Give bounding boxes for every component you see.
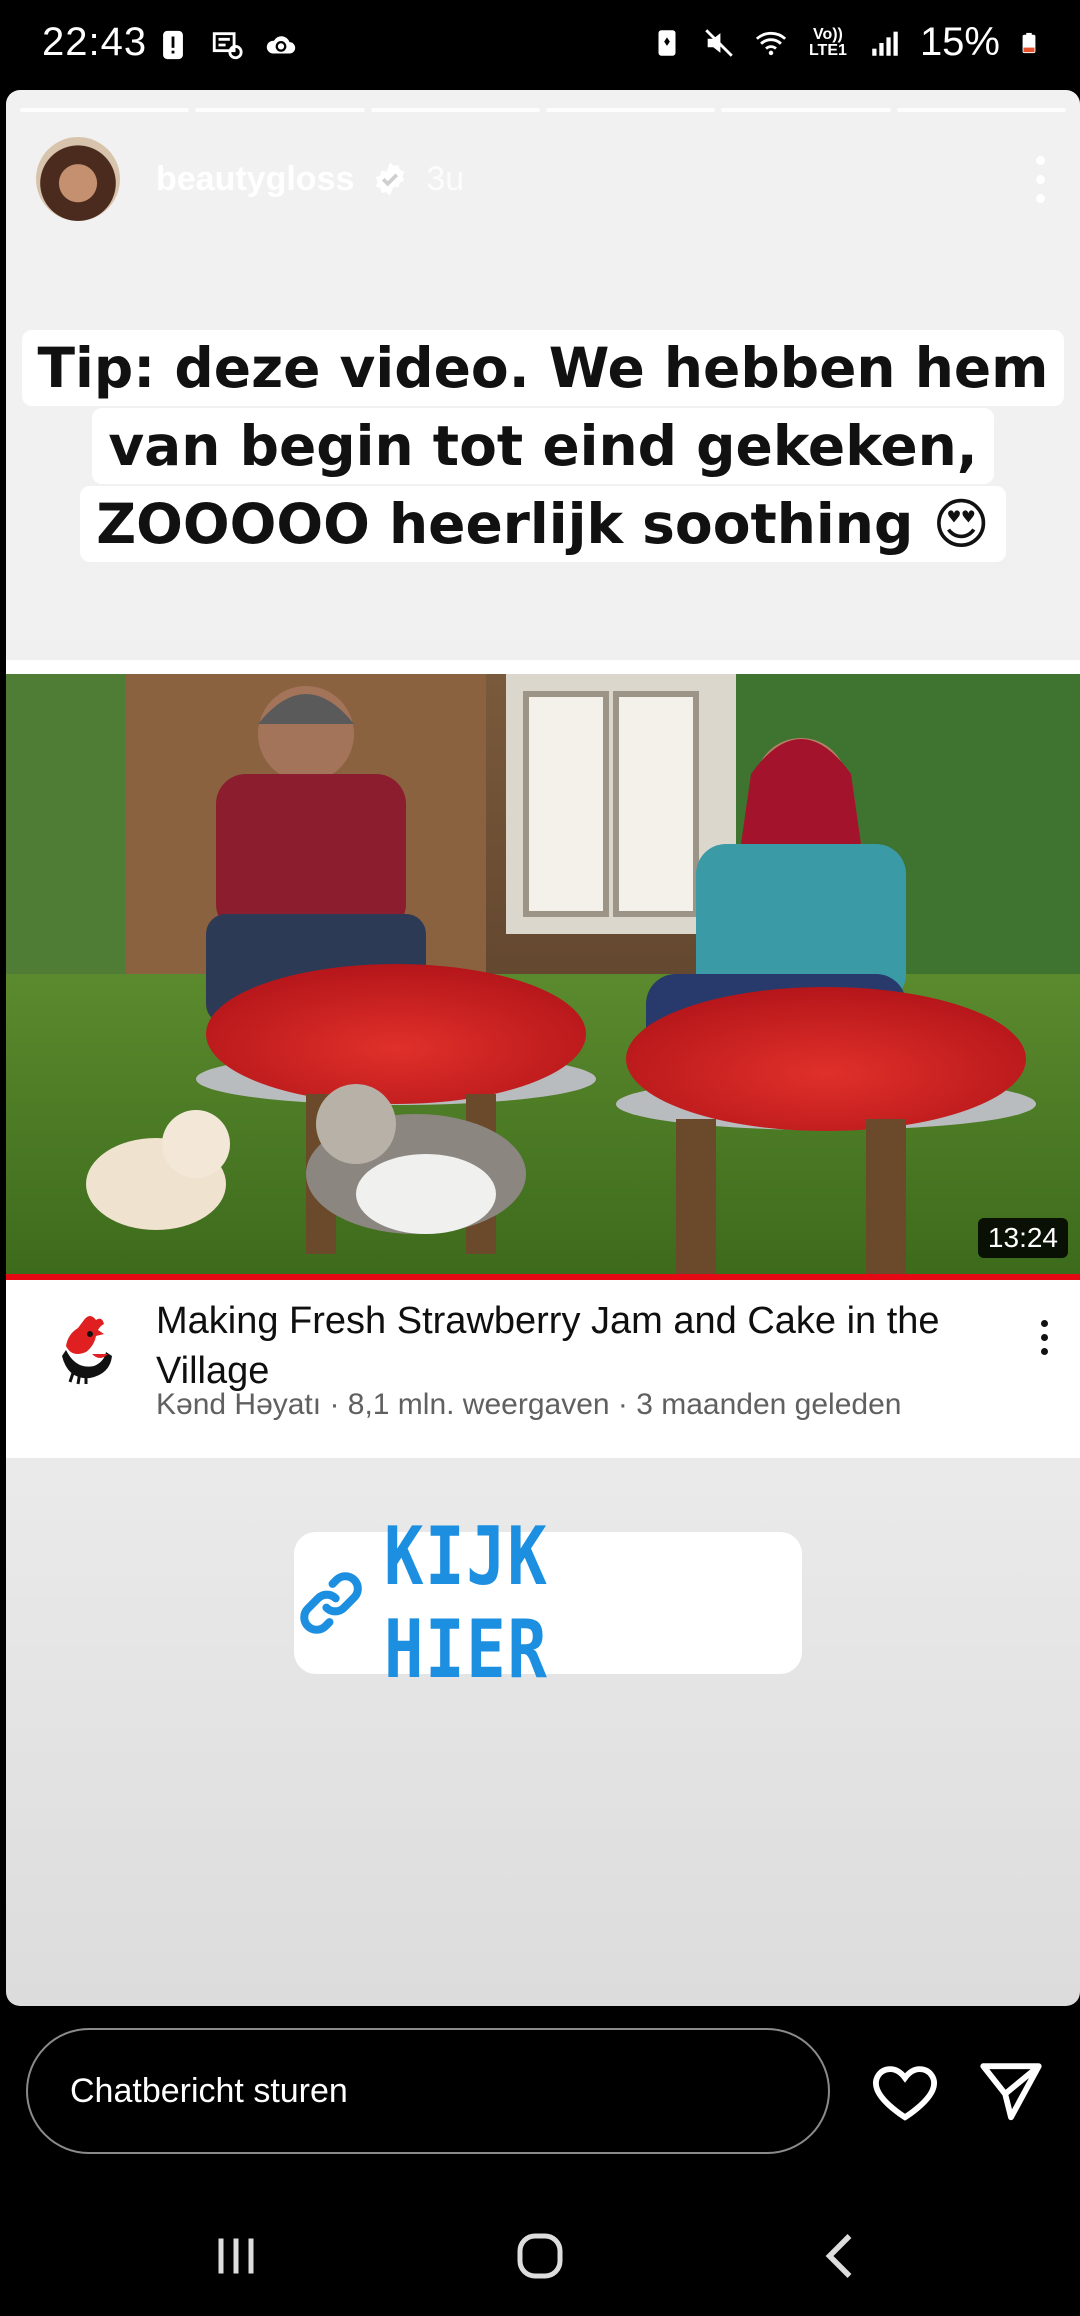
heart-icon[interactable] [870, 2056, 940, 2126]
back-icon[interactable] [812, 2226, 872, 2286]
signal-icon [872, 31, 898, 56]
cloud-sync-icon [266, 36, 296, 54]
watch-progress-bar [6, 1274, 1080, 1280]
wifi-icon [755, 31, 787, 55]
chat-message-input[interactable]: Chatbericht sturen [26, 2028, 830, 2154]
video-options-icon[interactable] [1038, 1320, 1050, 1355]
story-time: 3u [426, 159, 465, 198]
progress-segment [20, 108, 190, 112]
progress-segment [195, 108, 365, 112]
rooster-logo-icon[interactable] [46, 1310, 126, 1390]
video-duration: 13:24 [977, 1218, 1068, 1258]
story-header: beautygloss 3u [36, 134, 1050, 224]
navigation-bar [0, 2196, 1080, 2316]
thumbnail-image [6, 674, 1080, 1274]
progress-segment [545, 108, 716, 112]
verified-badge-icon [376, 162, 405, 196]
progress-segment [896, 108, 1066, 112]
mute-icon [705, 28, 733, 57]
link-sticker-label: KIJK HIER [384, 1510, 549, 1696]
status-time: 22:43 [42, 20, 148, 64]
avatar[interactable] [36, 137, 120, 221]
story-progress-bar [20, 108, 1066, 112]
battery-icon [1022, 32, 1036, 53]
recent-apps-icon[interactable] [206, 2226, 266, 2286]
battery-saver-icon [658, 29, 676, 56]
reply-bar: Chatbericht sturen [0, 2028, 1080, 2158]
link-icon [300, 1572, 362, 1634]
home-icon[interactable] [510, 2226, 570, 2286]
video-thumbnail[interactable]: 13:24 [6, 674, 1080, 1274]
username[interactable]: beautygloss [156, 160, 354, 199]
story-card[interactable]: beautygloss 3u Tip: deze video. We hebbe… [6, 90, 1080, 2006]
alert-icon [163, 30, 183, 60]
sim-data-icon [212, 32, 243, 60]
status-bar: 22:43 Vo)) LTE1 15% [0, 0, 1080, 88]
status-left-icons [156, 28, 298, 62]
caption: Tip: deze video. We hebben hem van begin… [6, 330, 1080, 564]
battery-percent: 15% [919, 20, 1000, 64]
caption-line: van begin tot eind gekeken, [92, 408, 994, 484]
network-label: Vo)) LTE1 [808, 25, 847, 59]
progress-segment [721, 108, 891, 112]
progress-segment [370, 108, 540, 112]
more-options-icon[interactable] [1030, 155, 1050, 203]
link-sticker[interactable]: KIJK HIER [294, 1510, 802, 1696]
video-title[interactable]: Making Fresh Strawberry Jam and Cake in … [156, 1296, 986, 1396]
caption-line: ZOOOOO heerlijk soothing 😍 [80, 486, 1006, 562]
caption-line: Tip: deze video. We hebben hem [21, 330, 1065, 406]
send-icon[interactable] [976, 2056, 1046, 2126]
youtube-video-card[interactable]: 13:24 Making Fresh Strawberry Jam and Ca… [6, 660, 1080, 1458]
status-right-icons: Vo)) LTE1 15% [650, 20, 1040, 65]
video-meta: Kənd Həyatı · 8,1 mln. weergaven · 3 maa… [156, 1388, 902, 1421]
